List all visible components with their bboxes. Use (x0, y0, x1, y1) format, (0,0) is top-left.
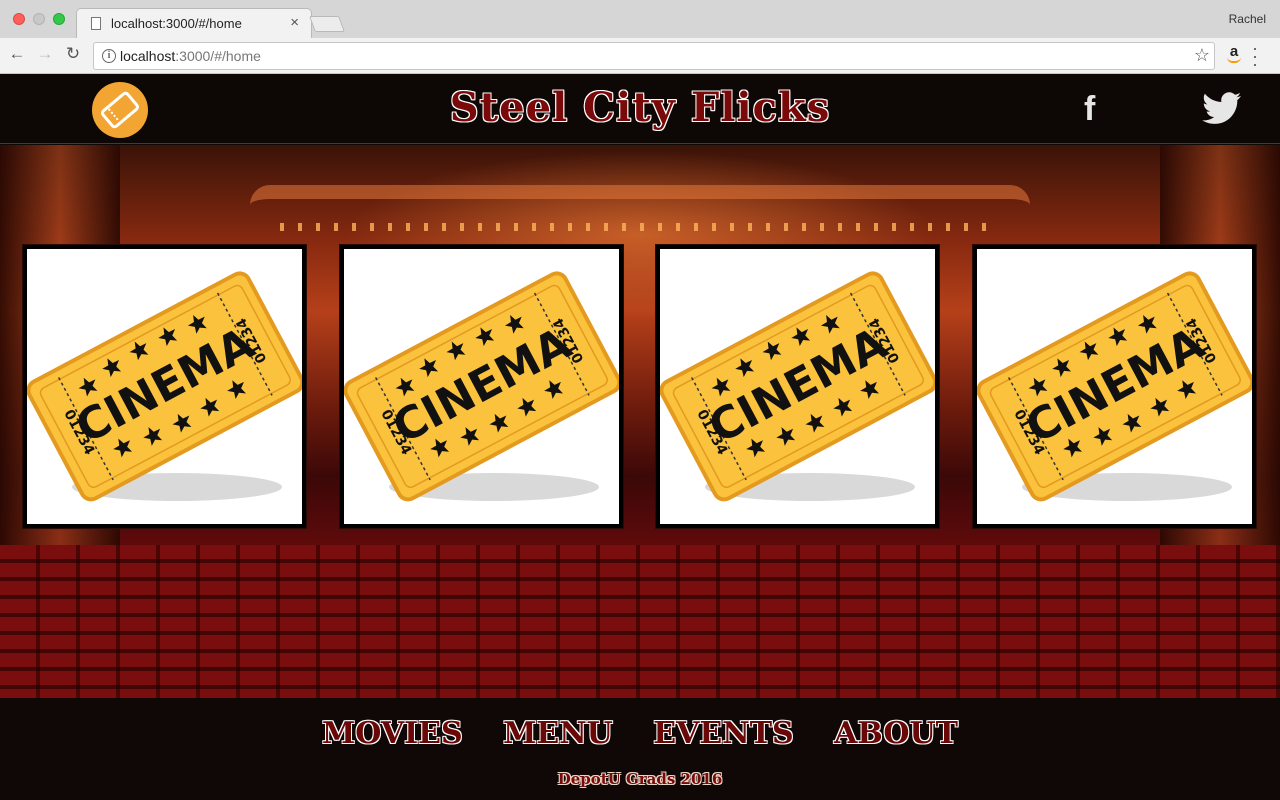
twitter-icon[interactable] (1202, 92, 1242, 126)
site-footer: MOVIES MENU EVENTS ABOUT DepotU Grads 20… (0, 698, 1280, 800)
cinema-card[interactable]: CINEMA 01234 01234 (23, 245, 306, 528)
menu-icon[interactable]: · · · (1252, 39, 1258, 73)
maximize-window-button[interactable] (53, 13, 65, 25)
browser-chrome: localhost:3000/#/home × Rachel ← → ↻ i l… (0, 0, 1280, 74)
stage-lights (280, 223, 1000, 231)
info-icon[interactable]: i (102, 49, 116, 63)
forward-arrow-icon[interactable]: → (34, 44, 56, 64)
profile-name[interactable]: Rachel (1229, 12, 1266, 26)
tab-strip: localhost:3000/#/home × Rachel (0, 0, 1280, 38)
address-bar[interactable]: i localhost:3000/#/home ☆ (93, 42, 1215, 70)
footer-nav: MOVIES MENU EVENTS ABOUT (0, 716, 1280, 751)
tab-title: localhost:3000/#/home (111, 16, 242, 31)
cinema-ticket-image: CINEMA0123401234 (660, 271, 935, 502)
page-icon (91, 17, 101, 30)
theater-seats (0, 545, 1280, 698)
minimize-window-button[interactable] (33, 13, 45, 25)
amazon-icon[interactable]: a (1225, 43, 1243, 65)
reload-icon[interactable]: ↻ (62, 44, 84, 64)
url-host: localhost (120, 48, 176, 64)
nav-link-movies[interactable]: MOVIES (322, 716, 463, 751)
new-tab-button[interactable] (309, 16, 345, 32)
cinema-card[interactable]: CINEMA 01234 01234 (656, 245, 939, 528)
cinema-ticket-image: CINEMA0123401234 (344, 271, 619, 502)
cinema-ticket-image: CINEMA0123401234 (27, 271, 302, 502)
cinema-card[interactable]: CINEMA 01234 01234 (340, 245, 623, 528)
web-page: Steel City Flicks f CINEMA 01234 01234 CIN… (0, 74, 1280, 800)
footer-credit: DepotU Grads 2016 (557, 770, 723, 788)
nav-link-menu[interactable]: MENU (503, 716, 613, 751)
hero-theater-background: CINEMA 01234 01234 CINEMA 01234 01234 CINEMA… (0, 145, 1280, 698)
close-window-button[interactable] (13, 13, 25, 25)
nav-link-events[interactable]: EVENTS (653, 716, 793, 751)
browser-tab[interactable]: localhost:3000/#/home × (76, 8, 312, 38)
back-arrow-icon[interactable]: ← (6, 44, 28, 64)
url-path: :3000/#/home (175, 48, 261, 64)
cinema-card[interactable]: CINEMA 01234 01234 (973, 245, 1256, 528)
tab-close-icon[interactable]: × (290, 14, 299, 31)
facebook-icon[interactable]: f (1084, 90, 1095, 129)
site-header: Steel City Flicks f (0, 74, 1280, 144)
url-text[interactable]: localhost:3000/#/home (120, 48, 261, 64)
cinema-ticket-image: CINEMA0123401234 (977, 271, 1252, 502)
nav-link-about[interactable]: ABOUT (834, 716, 958, 751)
browser-toolbar: ← → ↻ i localhost:3000/#/home ☆ a · · · (0, 38, 1280, 74)
star-icon[interactable]: ☆ (1194, 45, 1210, 66)
